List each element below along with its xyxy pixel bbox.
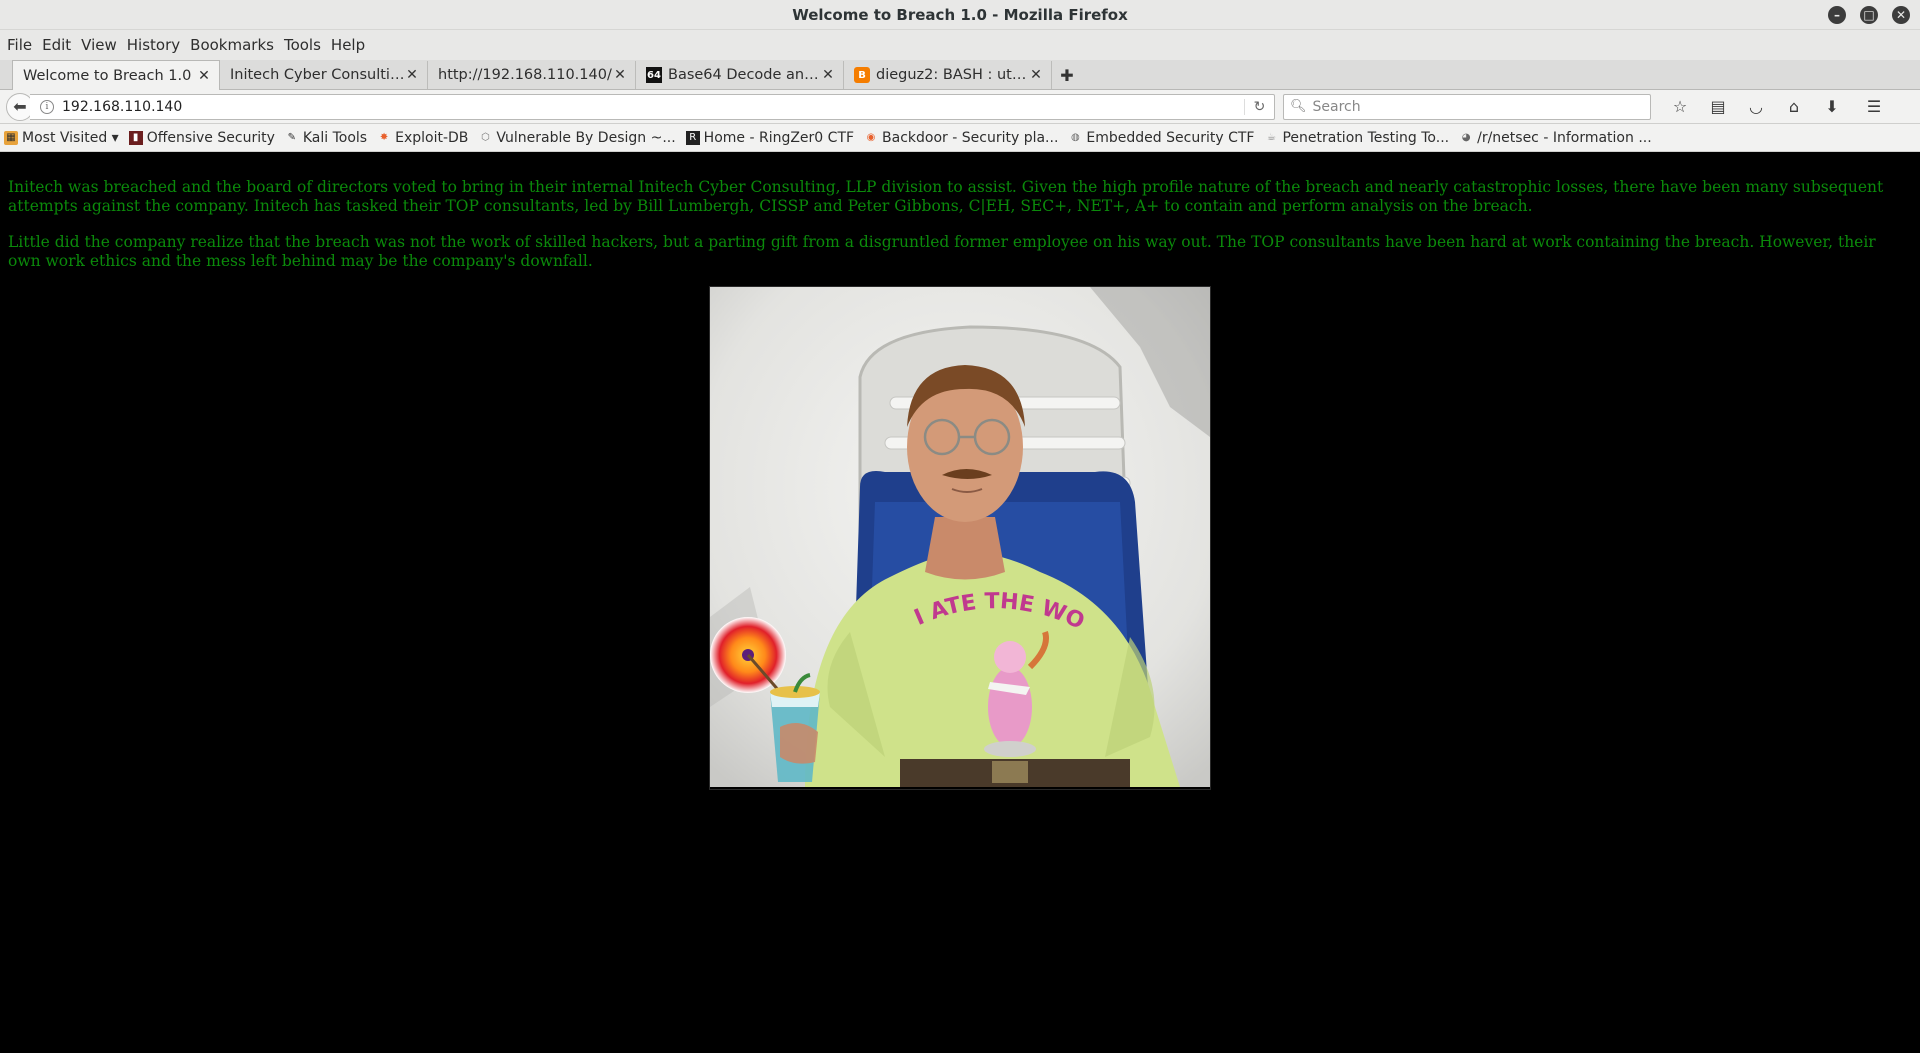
search-icon: 🔍︎ [1290, 99, 1307, 114]
bookmark-label: Offensive Security [146, 129, 275, 146]
menu-edit[interactable]: Edit [42, 36, 79, 54]
toolbar-icons: ☆ ▤ ◡ ⌂ ⬇ ☰ [1661, 93, 1893, 121]
search-box[interactable]: 🔍︎ [1283, 93, 1651, 120]
kali-icon: ✎ [287, 132, 297, 143]
bookmark-label: Home - RingZer0 CTF [703, 129, 855, 146]
menu-help[interactable]: Help [331, 36, 373, 54]
tab-label: Initech Cyber Consulting,... [230, 67, 405, 83]
vulnhub-icon: ⬡ [481, 132, 490, 143]
bookmark-label: Kali Tools [302, 129, 368, 146]
hamburger-menu-icon[interactable]: ☰ [1855, 93, 1893, 121]
navigation-bar: ⬅ i 192.168.110.140 ↻ 🔍︎ ☆ ▤ ◡ ⌂ ⬇ ☰ [0, 90, 1920, 124]
bookmark-exploit-db[interactable]: ✸ Exploit-DB [377, 129, 469, 146]
back-arrow-icon: ⬅ [13, 97, 27, 116]
most-visited-icon: ▦ [4, 130, 18, 145]
firefox-window: Welcome to Breach 1.0 - Mozilla Firefox … [0, 0, 1920, 1053]
menu-history[interactable]: History [127, 36, 188, 54]
bookmark-label: Most Visited ▾ [22, 129, 119, 146]
close-tab-icon[interactable]: ✕ [1029, 67, 1043, 83]
bookmark-label: Exploit-DB [395, 129, 469, 146]
menu-bar: File Edit View History Bookmarks Tools H… [0, 30, 1920, 60]
menu-file[interactable]: File [7, 36, 40, 54]
window-controls: – □ ✕ [1828, 6, 1910, 24]
window-title: Welcome to Breach 1.0 - Mozilla Firefox [792, 5, 1128, 24]
bookmark-vulnhub[interactable]: ⬡ Vulnerable By Design ~... [478, 129, 676, 146]
globe-icon: ◍ [1071, 132, 1080, 143]
tab-welcome-breach[interactable]: Welcome to Breach 1.0 ✕ [12, 60, 220, 90]
tab-dieguz2[interactable]: B dieguz2: BASH : utiliz... ✕ [844, 61, 1052, 89]
bookmark-ringzer0[interactable]: R Home - RingZer0 CTF [685, 129, 855, 146]
tab-label: Base64 Decode and E... [668, 67, 821, 83]
search-input[interactable] [1312, 98, 1650, 115]
pocket-icon[interactable]: ◡ [1737, 93, 1775, 121]
new-tab-button[interactable]: ✚ [1052, 61, 1082, 89]
bookmark-label: Vulnerable By Design ~... [496, 129, 676, 146]
menu-view[interactable]: View [81, 36, 125, 54]
bookmark-reddit-netsec[interactable]: ◕ /r/netsec - Information ... [1459, 130, 1652, 146]
minimize-button[interactable]: – [1828, 6, 1846, 24]
close-tab-icon[interactable]: ✕ [821, 67, 835, 83]
reddit-icon: ◕ [1461, 132, 1471, 143]
title-bar: Welcome to Breach 1.0 - Mozilla Firefox … [0, 0, 1920, 30]
close-tab-icon[interactable]: ✕ [197, 68, 211, 84]
close-tab-icon[interactable]: ✕ [405, 67, 419, 83]
blogger-favicon-icon: B [854, 67, 870, 83]
bookmark-label: Backdoor - Security pla... [882, 129, 1059, 146]
menu-tools[interactable]: Tools [284, 36, 329, 54]
reading-list-icon[interactable]: ▤ [1699, 93, 1737, 121]
second-paragraph: Little did the company realize that the … [8, 233, 1876, 270]
bookmark-star-icon[interactable]: ☆ [1661, 93, 1699, 121]
bookmark-label: Penetration Testing To... [1282, 129, 1450, 146]
tab-label: Welcome to Breach 1.0 [23, 67, 192, 84]
close-tab-icon[interactable]: ✕ [613, 67, 627, 83]
url-text[interactable]: 192.168.110.140 [62, 99, 1244, 115]
reload-icon[interactable]: ↻ [1244, 98, 1274, 115]
bookmark-embedded-security-ctf[interactable]: ◍ Embedded Security CTF [1068, 130, 1254, 146]
bookmark-pentest-tools[interactable]: ☕ Penetration Testing To... [1264, 130, 1449, 146]
tab-initech[interactable]: Initech Cyber Consulting,... ✕ [220, 61, 428, 89]
base64-favicon-icon: 64 [646, 67, 662, 83]
bookmark-label: Embedded Security CTF [1086, 129, 1255, 146]
bookmark-backdoor[interactable]: ◉ Backdoor - Security pla... [864, 129, 1059, 146]
intro-paragraph: Initech was breached and the board of di… [8, 178, 1884, 215]
bookmark-most-visited[interactable]: ▦ Most Visited ▾ [4, 130, 119, 146]
tab-ip-address[interactable]: http://192.168.110.140/ ✕ [428, 61, 636, 89]
bookmark-offensive-security[interactable]: ▮ Offensive Security [128, 129, 275, 146]
page-content: Initech was breached and the board of di… [0, 162, 1920, 1053]
bookmarks-toolbar: ▦ Most Visited ▾ ▮ Offensive Security ✎ … [0, 124, 1920, 152]
tab-label: http://192.168.110.140/ [438, 67, 612, 83]
bookmark-kali-tools[interactable]: ✎ Kali Tools [285, 130, 367, 146]
site-info-icon[interactable]: i [40, 99, 54, 114]
offsec-icon: ▮ [128, 130, 143, 145]
bookmark-label: /r/netsec - Information ... [1477, 129, 1652, 146]
milton-image[interactable]: I ATE THE WORM!! [699, 268, 1211, 790]
exploitdb-icon: ✸ [379, 132, 389, 143]
backdoor-icon: ◉ [866, 132, 876, 143]
tab-label: dieguz2: BASH : utiliz... [876, 67, 1029, 83]
maximize-button[interactable]: □ [1860, 6, 1878, 24]
coffee-icon: ☕ [1266, 132, 1276, 143]
ringzer0-icon: R [685, 130, 700, 145]
download-icon[interactable]: ⬇ [1813, 93, 1851, 121]
menu-bookmarks[interactable]: Bookmarks [190, 36, 282, 54]
tab-base64[interactable]: 64 Base64 Decode and E... ✕ [636, 61, 844, 89]
tab-bar: Welcome to Breach 1.0 ✕ Initech Cyber Co… [0, 60, 1920, 90]
url-bar[interactable]: i 192.168.110.140 ↻ [30, 93, 1275, 120]
home-icon[interactable]: ⌂ [1775, 93, 1813, 121]
close-window-button[interactable]: ✕ [1892, 6, 1910, 24]
milton-photo: I ATE THE WORM!! [699, 268, 1210, 787]
